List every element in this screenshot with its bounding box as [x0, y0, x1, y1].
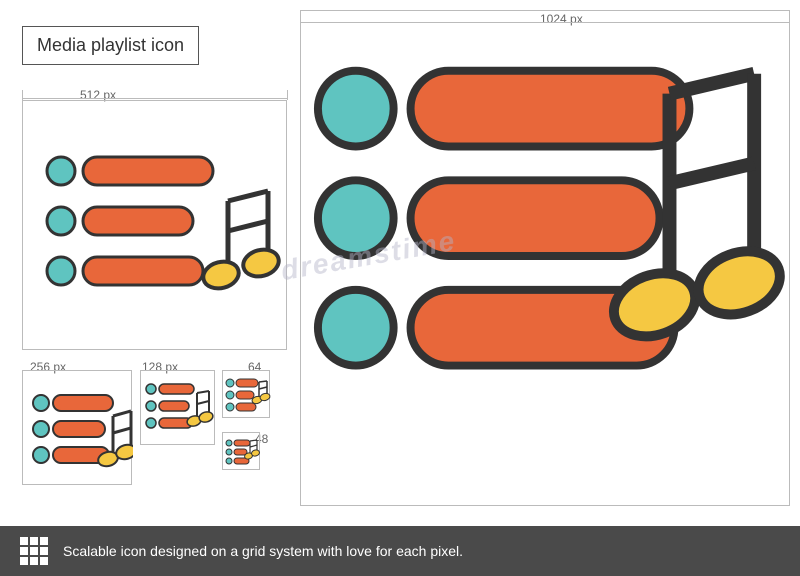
preview-128-svg	[141, 371, 216, 446]
preview-128-box	[140, 370, 215, 445]
large-icon-area	[300, 10, 790, 506]
grid-icon	[20, 537, 48, 565]
bottom-bar: Scalable icon designed on a grid system …	[0, 526, 800, 576]
bottom-bar-text: Scalable icon designed on a grid system …	[63, 543, 463, 559]
preview-48-svg	[223, 433, 261, 471]
title-text: Media playlist icon	[37, 35, 184, 55]
preview-48-box	[222, 432, 260, 470]
icon-title: Media playlist icon	[22, 26, 199, 65]
preview-512-svg	[23, 101, 288, 351]
large-icon-svg	[301, 11, 789, 505]
preview-512-box	[22, 100, 287, 350]
preview-256-box	[22, 370, 132, 485]
preview-64-svg	[223, 371, 271, 419]
preview-64-box	[222, 370, 270, 418]
preview-256-svg	[23, 371, 133, 486]
